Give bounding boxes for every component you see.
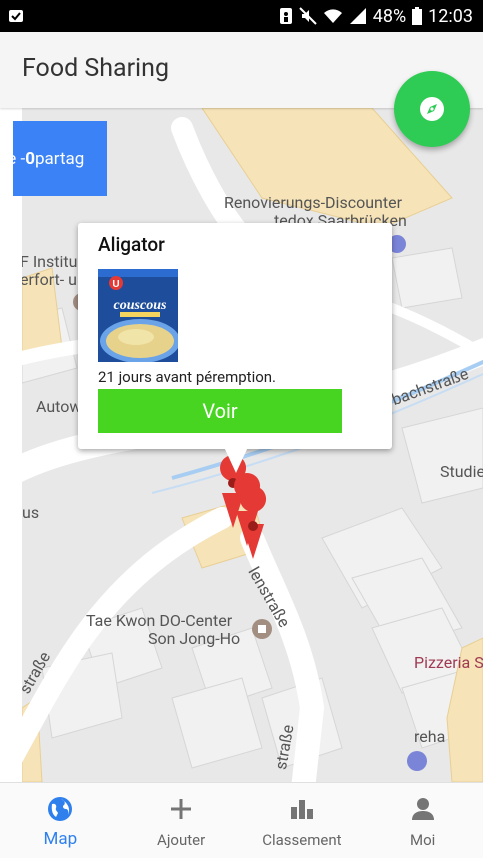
couscous-wordmark: couscous bbox=[114, 298, 167, 313]
nav-label-map: Map bbox=[43, 829, 78, 849]
expiry-text: 21 jours avant péremption. bbox=[98, 368, 277, 386]
map-left-margin bbox=[0, 108, 22, 782]
bottom-navigation: Map Ajouter Classement Moi bbox=[0, 782, 483, 858]
map-label-taekwon: Tae Kwon DO-Center bbox=[86, 611, 233, 630]
map-label-renovierungs: Renovierungs-Discounter bbox=[224, 193, 402, 212]
map-label-sonjongho: Son Jong-Ho bbox=[148, 629, 241, 648]
map-label-studie: Studie bbox=[440, 462, 483, 481]
food-info-window: Aligator U couscous 21 jours avant pérem… bbox=[78, 223, 392, 473]
status-bar: 48% 12:03 bbox=[0, 0, 483, 32]
shared-count-box: lle -0partag bbox=[13, 121, 107, 196]
counter-value: 0 bbox=[25, 148, 35, 169]
nav-item-classement[interactable]: Classement bbox=[242, 783, 363, 858]
nav-item-moi[interactable]: Moi bbox=[362, 783, 483, 858]
food-image: U couscous bbox=[98, 269, 178, 362]
nav-label-ajouter: Ajouter bbox=[157, 831, 206, 849]
wifi-icon bbox=[323, 9, 342, 23]
person-icon bbox=[411, 798, 434, 820]
map-label-institut: F Institu bbox=[22, 252, 78, 271]
notification-icon bbox=[9, 10, 23, 22]
globe-icon bbox=[48, 797, 73, 821]
locate-fab[interactable] bbox=[394, 71, 470, 147]
map-label-erfort: erfort- u bbox=[22, 270, 77, 289]
battery-percent: 48% bbox=[372, 5, 407, 27]
counter-suffix: partag bbox=[34, 148, 85, 169]
map-label-reha: reha bbox=[414, 727, 446, 746]
screen: 48% 12:03 Food Sharing Renovierungs-Disc… bbox=[0, 0, 483, 858]
app-title: Food Sharing bbox=[22, 54, 169, 83]
nav-item-map[interactable]: Map bbox=[0, 783, 121, 858]
nfc-icon bbox=[279, 8, 292, 24]
battery-icon bbox=[412, 7, 423, 25]
view-button[interactable]: Voir bbox=[98, 389, 342, 433]
map-label-pizzeria: Pizzeria S bbox=[414, 653, 483, 672]
status-time: 12:03 bbox=[428, 5, 473, 27]
nav-item-ajouter[interactable]: Ajouter bbox=[121, 783, 242, 858]
svg-text:U: U bbox=[112, 279, 119, 290]
signal-icon bbox=[349, 8, 366, 24]
couscous-box-image: U couscous bbox=[98, 269, 178, 362]
mute-icon bbox=[299, 7, 317, 25]
map-label-autow: Autow bbox=[36, 397, 82, 416]
bar-chart-icon bbox=[290, 800, 313, 819]
compass-icon bbox=[420, 97, 444, 121]
food-title: Aligator bbox=[98, 233, 165, 256]
counter-prefix: lle - bbox=[13, 148, 26, 169]
map-label-us: us bbox=[22, 503, 40, 522]
info-window-pointer bbox=[224, 447, 248, 473]
plus-icon bbox=[171, 799, 192, 819]
nav-label-moi: Moi bbox=[409, 831, 436, 849]
nav-label-classement: Classement bbox=[262, 831, 342, 849]
